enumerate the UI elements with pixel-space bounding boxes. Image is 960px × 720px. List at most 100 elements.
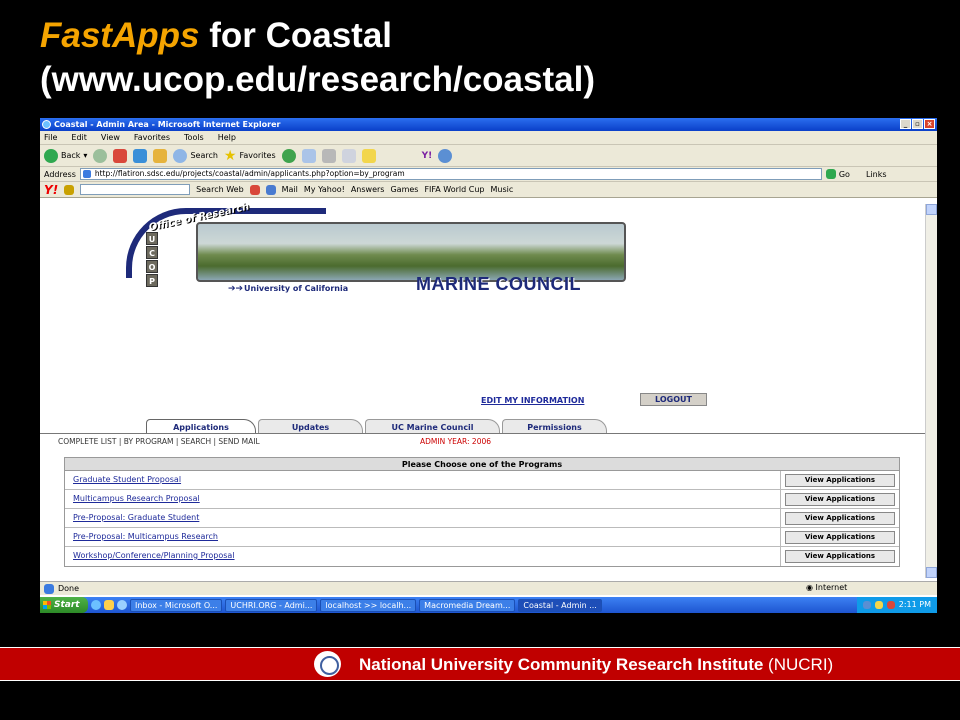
search-button[interactable]: Search [173,148,218,163]
start-button[interactable]: Start [40,597,88,613]
highlight-icon[interactable] [249,184,260,195]
refresh-icon[interactable] [133,148,148,163]
tray-volume-icon[interactable] [874,601,883,609]
programs-table-heading: Please Choose one of the Programs [65,458,899,471]
program-link[interactable]: Multicampus Research Proposal [65,490,781,508]
maximize-button[interactable]: ▫ [912,119,923,129]
vertical-scrollbar[interactable] [925,204,937,578]
taskbar-item[interactable]: Inbox - Microsoft O... [130,598,223,612]
logout-button[interactable]: LOGOUT [640,393,707,406]
program-link[interactable]: Graduate Student Proposal [65,471,781,489]
go-button[interactable]: Go [825,169,850,179]
menu-file[interactable]: File [44,133,57,142]
history-icon[interactable] [281,148,296,163]
banner-council: MARINE COUNCIL [416,274,581,294]
tab-divider [40,433,925,434]
messenger-icon[interactable] [438,148,453,163]
table-row: Pre-Proposal: Multicampus Research View … [65,528,899,547]
footer-text: National University Community Research I… [359,655,833,675]
view-applications-button[interactable]: View Applications [785,492,895,506]
view-applications-button[interactable]: View Applications [785,550,895,563]
taskbar-item[interactable]: UCHRI.ORG - Admi... [225,598,318,612]
ucop-letter: P [146,274,158,287]
fifa-link[interactable]: FIFA World Cup [424,185,484,194]
mail-icon[interactable] [301,148,316,163]
footer-acronym: (NUCRI) [763,655,834,674]
admin-year: ADMIN YEAR: 2006 [420,437,492,446]
taskbar-item[interactable]: localhost >> localh... [320,598,417,612]
taskbar-item[interactable]: Macromedia Dream... [419,598,516,612]
envelope-icon[interactable] [265,184,276,195]
table-row: Workshop/Conference/Planning Proposal Vi… [65,547,899,566]
browser-screenshot: Coastal - Admin Area - Microsoft Interne… [40,118,937,613]
answers-link[interactable]: Answers [351,185,385,194]
my-yahoo-link[interactable]: My Yahoo! [304,185,345,194]
program-link[interactable]: Pre-Proposal: Multicampus Research [65,528,781,546]
discuss-icon[interactable] [361,148,376,163]
ucop-letters: U C O P [146,232,158,287]
minimize-button[interactable]: _ [900,119,911,129]
tab-updates[interactable]: Updates [258,419,363,434]
quicklaunch-outlook-icon[interactable] [104,600,114,610]
yahoo-search-input[interactable] [80,184,191,195]
footer-org: National University Community Research I… [359,655,764,674]
yahoo-toolbar: Y! Search Web Mail My Yahoo! Answers Gam… [40,182,937,198]
table-row: Pre-Proposal: Graduate Student View Appl… [65,509,899,528]
status-text: Done [58,584,80,593]
menu-edit[interactable]: Edit [71,133,87,142]
standard-toolbar: Back ▾ Search ★ Favorites Y! [40,145,937,167]
programs-table: Please Choose one of the Programs Gradua… [64,457,900,567]
tab-permissions[interactable]: Permissions [502,419,607,434]
stop-icon[interactable] [113,148,128,163]
taskbar-item-active[interactable]: Coastal - Admin ... [518,598,602,612]
links-label[interactable]: Links [866,170,887,179]
quicklaunch-ie-icon[interactable] [91,600,101,610]
window-title: Coastal - Admin Area - Microsoft Interne… [54,120,281,129]
slide-title: FastApps for Coastal (www.ucop.edu/resea… [40,14,595,102]
tray-network-icon[interactable] [862,601,871,609]
window-titlebar: Coastal - Admin Area - Microsoft Interne… [40,118,937,131]
print-icon[interactable] [321,148,336,163]
sub-navigation[interactable]: COMPLETE LIST | BY PROGRAM | SEARCH | SE… [58,437,260,446]
program-link[interactable]: Pre-Proposal: Graduate Student [65,509,781,527]
search-web-button[interactable]: Search Web [196,185,243,194]
marine-council-banner: Office of Research U C O P ➔➔ University… [126,201,636,300]
slide-title-line1: FastApps for Coastal [40,14,595,58]
close-button[interactable]: × [924,119,935,129]
tray-antivirus-icon[interactable] [886,601,895,609]
quicklaunch-messenger-icon[interactable] [117,600,127,610]
pencil-icon[interactable] [64,184,75,195]
edit-information-link[interactable]: EDIT MY INFORMATION [481,396,584,405]
home-icon[interactable] [153,148,168,163]
table-row: Multicampus Research Proposal View Appli… [65,490,899,509]
menu-help[interactable]: Help [218,133,236,142]
scroll-down-icon[interactable] [926,567,937,578]
menu-favorites[interactable]: Favorites [134,133,170,142]
favorites-button[interactable]: ★ Favorites [224,148,276,164]
tab-applications[interactable]: Applications [146,419,256,434]
music-link[interactable]: Music [491,185,514,194]
back-label: Back [61,151,81,160]
forward-arrow-icon[interactable] [93,148,108,163]
program-link[interactable]: Workshop/Conference/Planning Proposal [65,547,781,566]
menu-view[interactable]: View [101,133,120,142]
edit-icon[interactable] [341,148,356,163]
menu-tools[interactable]: Tools [184,133,204,142]
table-row: Graduate Student Proposal View Applicati… [65,471,899,490]
star-icon: ★ [223,147,237,164]
view-applications-button[interactable]: View Applications [785,511,895,525]
yahoo-logo-icon[interactable]: Y! [44,183,58,197]
search-label: Search [190,151,218,160]
address-input[interactable]: http://flatiron.sdsc.edu/projects/coasta… [79,168,822,180]
view-applications-button[interactable]: View Applications [785,473,895,487]
yahoo-icon[interactable]: Y! [422,151,433,161]
address-bar: Address http://flatiron.sdsc.edu/project… [40,167,937,182]
games-link[interactable]: Games [390,185,418,194]
ie-icon [42,120,51,129]
tab-uc-marine-council[interactable]: UC Marine Council [365,419,500,434]
view-applications-button[interactable]: View Applications [785,530,895,544]
mail-link[interactable]: Mail [282,185,298,194]
back-button[interactable]: Back ▾ [44,148,87,163]
search-icon [173,148,188,163]
scroll-up-icon[interactable] [926,204,937,215]
